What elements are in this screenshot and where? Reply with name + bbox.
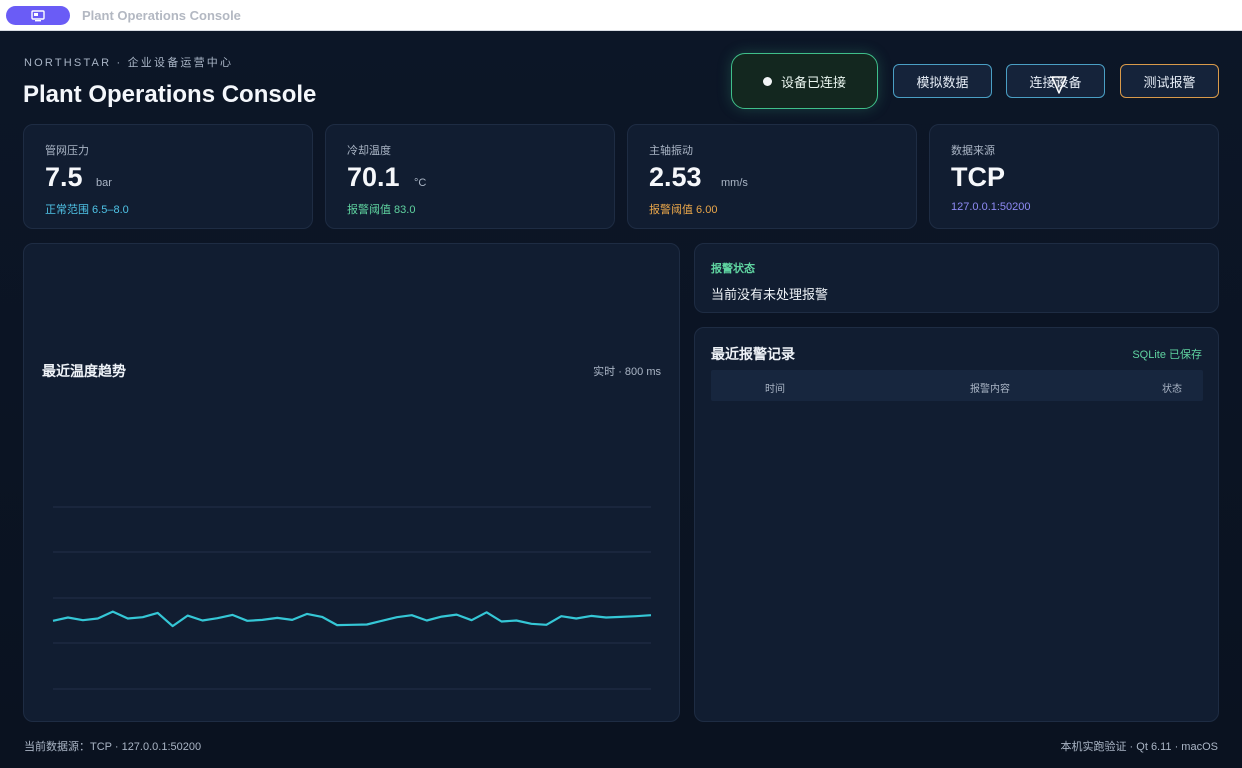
metric-sub: 正常范围 6.5–8.0 <box>45 204 129 216</box>
footer-data-source: 当前数据源：TCP · 127.0.0.1:50200 <box>24 741 202 753</box>
metric-unit: °C <box>414 177 427 189</box>
metric-sub: 报警阈值 6.00 <box>649 204 718 216</box>
alarm-status-text: 当前没有未处理报警 <box>711 287 829 302</box>
window-titlebar: Plant Operations Console <box>0 0 1242 31</box>
metric-sub: 报警阈值 83.0 <box>347 204 416 216</box>
metric-label: 管网压力 <box>45 145 89 157</box>
page-title: Plant Operations Console <box>23 81 317 108</box>
mouse-cursor-icon <box>1051 76 1067 94</box>
metric-value: 7.5 <box>45 162 83 192</box>
metric-card-pressure: 管网压力 7.5 bar 正常范围 6.5–8.0 <box>23 124 313 229</box>
window-title: Plant Operations Console <box>82 8 241 23</box>
connection-status-label: 设备已连接 <box>780 74 846 90</box>
metric-value: TCP <box>951 162 1005 192</box>
records-title: 最近报警记录 <box>711 346 795 362</box>
metric-label: 主轴振动 <box>649 145 693 157</box>
records-saved-badge: SQLite 已保存 <box>1132 349 1202 361</box>
metric-sub: 127.0.0.1:50200 <box>951 201 1031 213</box>
metric-label: 冷却温度 <box>347 145 391 157</box>
metric-unit: mm/s <box>721 177 748 189</box>
metric-label: 数据来源 <box>951 145 995 157</box>
alarm-status-card: 报警状态 当前没有未处理报警 <box>694 243 1219 313</box>
temperature-series-line <box>52 610 652 628</box>
brand-label: NORTHSTAR · 企业设备运营中心 <box>24 57 234 69</box>
metric-card-vibration: 主轴振动 2.53 mm/s 报警阈值 6.00 <box>627 124 917 229</box>
metric-value: 2.53 <box>649 162 702 192</box>
metric-card-temperature: 冷却温度 70.1 °C 报警阈值 83.0 <box>325 124 615 229</box>
footer-build-info: 本机实跑验证 · Qt 6.11 · macOS <box>1060 741 1219 753</box>
temperature-chart-card: 最近温度趋势 实时 · 800 ms <box>23 243 680 722</box>
alarm-records-card: 最近报警记录 SQLite 已保存 时间 报警内容 状态 <box>694 327 1219 722</box>
column-header-time[interactable]: 时间 <box>765 380 785 395</box>
status-dot-icon <box>762 76 772 86</box>
console-main: NORTHSTAR · 企业设备运营中心 Plant Operations Co… <box>0 31 1242 768</box>
test-alarm-button[interactable]: 测试报警 <box>1120 64 1219 98</box>
connection-status-badge: 设备已连接 <box>731 53 878 109</box>
metric-card-source: 数据来源 TCP 127.0.0.1:50200 <box>929 124 1219 229</box>
alarm-status-label: 报警状态 <box>711 263 755 275</box>
monitor-icon[interactable] <box>6 6 70 25</box>
metric-value: 70.1 <box>347 162 400 192</box>
temperature-line-chart <box>52 506 652 690</box>
records-table-header: 时间 报警内容 状态 <box>711 370 1203 401</box>
column-header-content[interactable]: 报警内容 <box>970 380 1010 395</box>
metric-unit: bar <box>96 177 112 189</box>
simulate-data-button[interactable]: 模拟数据 <box>893 64 992 98</box>
column-header-status[interactable]: 状态 <box>1162 380 1182 395</box>
